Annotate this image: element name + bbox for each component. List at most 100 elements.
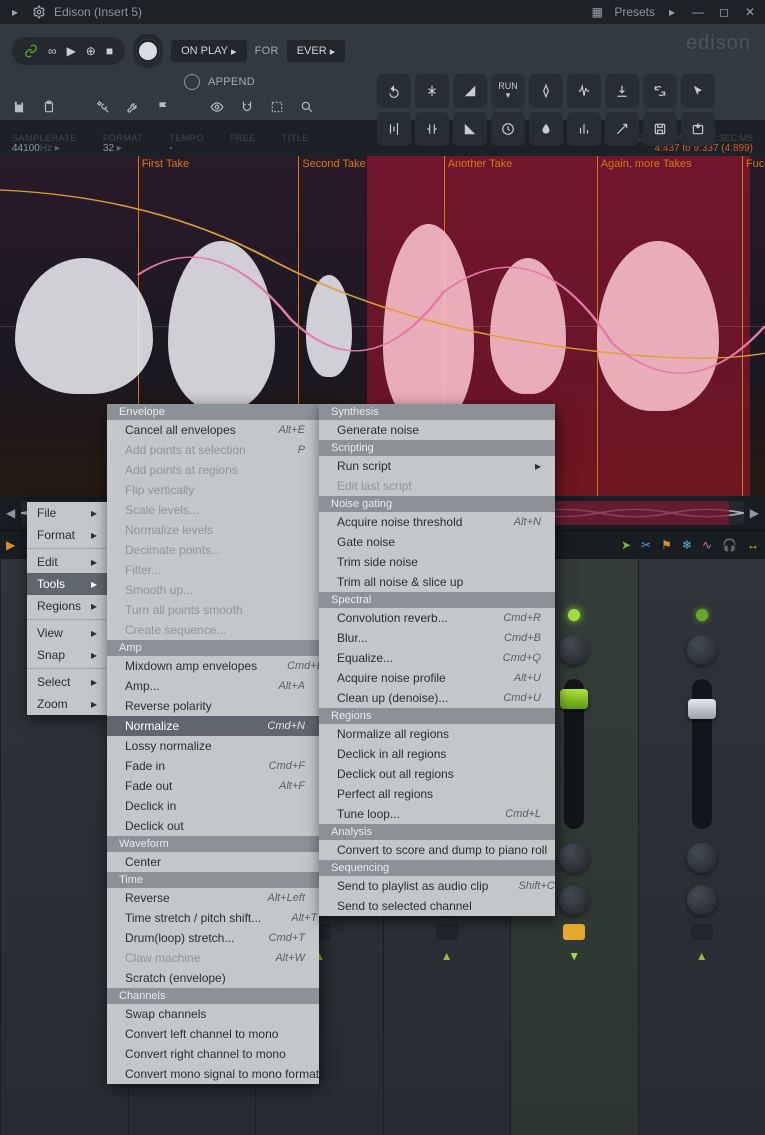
menu-item[interactable]: Drum(loop) stretch...Cmd+T (107, 928, 319, 948)
menu-item[interactable]: Tune loop...Cmd+L (319, 804, 555, 824)
blur-icon[interactable] (529, 112, 563, 146)
caret-icon[interactable]: ▸ (6, 3, 24, 21)
menu-item[interactable]: Trim all noise & slice up (319, 572, 555, 592)
normalize-icon[interactable] (377, 112, 411, 146)
append-toggle[interactable] (184, 74, 200, 90)
save-file-icon[interactable] (12, 100, 26, 114)
link-icon[interactable] (24, 44, 38, 58)
flag-icon[interactable] (156, 100, 170, 114)
mixer-track[interactable]: ▲ (638, 559, 765, 1135)
script-icon[interactable]: RUN▾ (491, 74, 525, 108)
export-icon[interactable] (681, 112, 715, 146)
menu-item[interactable]: Mixdown amp envelopesCmd+E (107, 656, 319, 676)
menu-item[interactable]: Fade inCmd+F (107, 756, 319, 776)
menu-item[interactable]: Declick out (107, 816, 319, 836)
menu-item[interactable]: Normalize all regions (319, 724, 555, 744)
gear-icon[interactable] (30, 3, 48, 21)
slice-icon[interactable] (415, 74, 449, 108)
save-icon[interactable] (643, 112, 677, 146)
select-icon[interactable] (270, 100, 284, 114)
maximize-icon[interactable]: ◻ (715, 3, 733, 21)
env-arrow-icon[interactable]: ➤ (621, 538, 631, 552)
menu-item[interactable]: Lossy normalize (107, 736, 319, 756)
menu-item[interactable]: Gate noise (319, 532, 555, 552)
menu-item[interactable]: Acquire noise profileAlt+U (319, 668, 555, 688)
marker-label[interactable]: Fuck... (746, 158, 765, 170)
menu-item[interactable]: Declick in all regions (319, 744, 555, 764)
replace-icon[interactable] (643, 74, 677, 108)
env-stretch-icon[interactable]: ↔ (747, 538, 759, 552)
stretch-icon[interactable] (491, 112, 525, 146)
env-curve-icon[interactable]: ∿ (702, 538, 712, 552)
menu-item[interactable]: Cancel all envelopesAlt+E (107, 420, 319, 440)
menu-item[interactable]: Declick out all regions (319, 764, 555, 784)
presets-label[interactable]: Presets (614, 5, 655, 19)
wrench-icon[interactable] (126, 100, 140, 114)
menu-item[interactable]: Center (107, 852, 319, 872)
menu-item-select[interactable]: Select▸ (27, 671, 107, 693)
menu-item[interactable]: Clean up (denoise)...Cmd+U (319, 688, 555, 708)
marker-label[interactable]: Again, more Takes (601, 158, 692, 170)
menu-item[interactable]: Send to playlist as audio clipShift+C (319, 876, 555, 896)
mute-button[interactable] (563, 924, 585, 940)
menu-item-tools[interactable]: Tools▸ (27, 573, 107, 595)
menu-item[interactable]: Amp...Alt+A (107, 676, 319, 696)
env-scissors-icon[interactable]: ✂ (641, 538, 651, 552)
loop-play-icon[interactable]: ⊕ (86, 44, 96, 58)
menu-item[interactable]: Swap channels (107, 1004, 319, 1024)
env-headphone-icon[interactable]: 🎧 (722, 538, 737, 552)
menu-item-format[interactable]: Format▸ (27, 524, 107, 546)
menu-item[interactable]: Convert right channel to mono (107, 1044, 319, 1064)
menu-item[interactable]: Blur...Cmd+B (319, 628, 555, 648)
menu-item[interactable]: Acquire noise thresholdAlt+N (319, 512, 555, 532)
scroll-left-icon[interactable]: ◀ (6, 506, 15, 520)
loop-icon[interactable]: ∞ (48, 44, 57, 58)
rec-mode[interactable]: ON PLAY ▸ (171, 40, 246, 62)
menu-item[interactable]: NormalizeCmd+N (107, 716, 319, 736)
magnet-icon[interactable] (240, 100, 254, 114)
close-icon[interactable]: ✕ (741, 3, 759, 21)
menu-item[interactable]: Scratch (envelope) (107, 968, 319, 988)
eq-icon[interactable] (567, 112, 601, 146)
caret-icon[interactable]: ▸ (663, 3, 681, 21)
menu-item[interactable]: Convert left channel to mono (107, 1024, 319, 1044)
menu-item[interactable]: Generate noise (319, 420, 555, 440)
insert-icon[interactable] (605, 74, 639, 108)
menu-item[interactable]: Reverse polarity (107, 696, 319, 716)
play-marker-icon[interactable]: ▶ (6, 538, 15, 552)
menu-item[interactable]: ReverseAlt+Left (107, 888, 319, 908)
grid-icon[interactable]: ▦ (588, 3, 606, 21)
menu-item-edit[interactable]: Edit▸ (27, 551, 107, 573)
env-snow-icon[interactable]: ❄ (682, 538, 692, 552)
env-flag-icon[interactable]: ⚑ (661, 538, 672, 552)
send-icon[interactable] (605, 112, 639, 146)
menu-item[interactable]: Fade outAlt+F (107, 776, 319, 796)
marker-label[interactable]: Another Take (448, 158, 513, 170)
menu-item[interactable]: Perfect all regions (319, 784, 555, 804)
rec-duration[interactable]: EVER ▸ (287, 40, 346, 62)
menu-item[interactable]: Declick in (107, 796, 319, 816)
menu-item[interactable]: Convert to score and dump to piano roll (319, 840, 555, 860)
stop-icon[interactable]: ■ (106, 44, 113, 58)
tune-icon[interactable] (529, 74, 563, 108)
menu-item-file[interactable]: File▸ (27, 502, 107, 524)
menu-item[interactable]: Run script▸ (319, 456, 555, 476)
menu-item-view[interactable]: View▸ (27, 622, 107, 644)
menu-item-regions[interactable]: Regions▸ (27, 595, 107, 617)
minimize-icon[interactable]: — (689, 3, 707, 21)
paste-icon[interactable] (42, 100, 56, 114)
zoom-icon[interactable] (300, 100, 314, 114)
scroll-right-icon[interactable]: ▶ (750, 506, 759, 520)
tools-icon[interactable] (96, 100, 110, 114)
menu-item[interactable]: Time stretch / pitch shift...Alt+T (107, 908, 319, 928)
menu-item-zoom[interactable]: Zoom▸ (27, 693, 107, 715)
marker-label[interactable]: First Take (142, 158, 189, 170)
menu-item[interactable]: Send to selected channel (319, 896, 555, 916)
undo-icon[interactable] (377, 74, 411, 108)
marker-label[interactable]: Second Take (302, 158, 365, 170)
menu-item[interactable]: Convert mono signal to mono format (107, 1064, 319, 1084)
fade-icon[interactable] (453, 74, 487, 108)
record-button[interactable] (136, 39, 160, 63)
reverse-icon[interactable] (415, 112, 449, 146)
menu-item-snap[interactable]: Snap▸ (27, 644, 107, 666)
